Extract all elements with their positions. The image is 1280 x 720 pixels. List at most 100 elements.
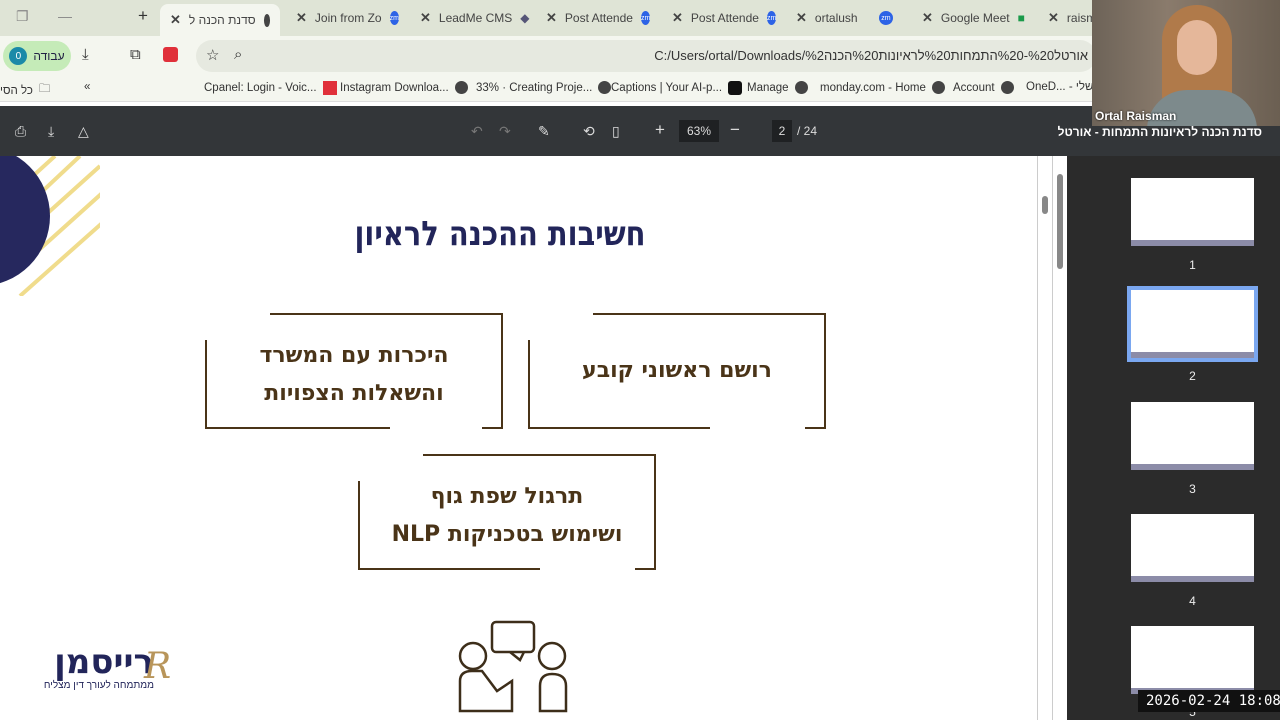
box-office-research: היכרות עם המשרד והשאלות הצפויות [206, 337, 502, 413]
drive-icon[interactable]: △ [78, 123, 89, 140]
tab[interactable]: ✕ Google Meet ■ [912, 4, 1036, 32]
logo-r-icon: R [144, 646, 172, 687]
bookmark-label: Account [953, 81, 995, 94]
bookmark[interactable]: monday.com - Home [820, 81, 945, 94]
tab-label: סדנת הכנה ל [188, 13, 256, 27]
bookmark[interactable]: Cpanel: Login - Voic... [204, 81, 337, 95]
pdf-page: חשיבות ההכנה לראיון היכרות עם המשרד והשאל… [0, 156, 1037, 720]
tab[interactable]: ✕ LeadMe CMS ◆ [410, 4, 530, 32]
close-icon[interactable]: ✕ [296, 10, 307, 26]
bookmark-label: Captions | Your AI-p... [611, 82, 723, 94]
document-title: סדנת הכנה לראיונות התמחות - אורטל [1057, 125, 1262, 139]
globe-icon [931, 81, 945, 94]
tab[interactable]: ✕raisma [1038, 4, 1098, 32]
cube-icon: ◆ [520, 11, 530, 25]
tab-label: Post Attende [690, 11, 759, 25]
print-icon[interactable]: ⎙ [15, 123, 26, 140]
download-icon[interactable]: ⤓ [48, 123, 54, 140]
thumbnail-3[interactable] [1131, 402, 1254, 470]
thumbnail-number: 2 [1189, 369, 1196, 383]
rotate-icon[interactable]: ⟲ [583, 123, 595, 140]
restore-icon[interactable]: ❐ [16, 8, 29, 25]
all-bookmarks-label: כל הסי [0, 84, 33, 97]
bookmark-label: 33% · Creating Proje... [476, 81, 593, 94]
download-icon[interactable]: ⤓ [82, 46, 89, 63]
folder-icon: 🗀 [38, 83, 51, 95]
tab-active[interactable]: ✕ סדנת הכנה ל [160, 4, 280, 36]
page-input[interactable]: 2 [772, 120, 792, 142]
page-scrollbar[interactable] [1037, 156, 1051, 720]
close-icon[interactable]: ✕ [922, 10, 933, 26]
meet-icon: ■ [1017, 11, 1025, 25]
bookmark[interactable]: Manage [747, 81, 808, 94]
close-icon[interactable]: ✕ [170, 12, 181, 28]
fit-page-icon[interactable]: ▯ [612, 123, 620, 140]
bookmark-label: Instagram Downloa... [340, 81, 449, 94]
profile-button[interactable]: 0 עבודה [3, 41, 71, 71]
box-body-language: תרגול שפת גוף ושימוש בטכניקות NLP [359, 478, 655, 554]
bookmark[interactable]: Account [953, 81, 1014, 94]
star-icon[interactable]: ☆ [206, 46, 219, 64]
bookmark-label: Manage [747, 81, 789, 94]
thumbnail-number: 1 [1189, 258, 1196, 272]
tab[interactable]: ✕ Join from Zo zm [286, 4, 406, 32]
thumbnail-2[interactable] [1127, 286, 1258, 362]
bookmark[interactable]: 33% · Creating Proje... [476, 81, 612, 94]
tab-label: ortalush [814, 11, 858, 25]
more-bookmarks-icon[interactable]: « [84, 81, 90, 93]
cpanel-icon [322, 81, 337, 95]
bookmark[interactable]: Captions | Your AI-p... [611, 81, 743, 95]
tab-label: Google Meet [940, 11, 1010, 25]
zoom-out-button[interactable]: − [730, 120, 740, 140]
zoom-icon: zm [640, 11, 651, 25]
bookmarks-bar: כל הסי 🗀 « Cpanel: Login - Voic... Instag… [0, 76, 1280, 102]
url-text: C:/Users/ortal/Downloads/אורטל%20-%20התמ… [654, 48, 1088, 63]
page-total: / 24 [797, 124, 818, 138]
thumbnail-number: 4 [1189, 594, 1196, 608]
extension-icon[interactable] [163, 47, 178, 62]
bookmark[interactable]: OneD... - שלי [1026, 81, 1093, 93]
pdf-toolbar: ⎙ ⤓ △ ↶ ↷ ✎ ⟲ ▯ + 63% − 2 / 24 סדנת הכנה… [0, 106, 1280, 156]
globe-icon [1000, 81, 1014, 94]
thumbnail-1[interactable] [1131, 178, 1254, 246]
undo-icon[interactable]: ↶ [471, 123, 483, 140]
thumbnail-number: 3 [1189, 482, 1196, 496]
tab[interactable]: ✕ Post Attende zm [662, 4, 782, 32]
zoom-icon: zm [878, 11, 893, 25]
box-frames [205, 313, 826, 713]
tab-strip: ❐ — + ✕ סדנת הכנה ל ✕ Join from Zo zm ✕ Lead… [0, 0, 1280, 36]
box-first-impression: רושם ראשוני קובע [582, 358, 772, 383]
address-row: 0 עבודה ⤓ ⧉ ☆ ⌕ C:/Users/ortal/Downloads/… [0, 36, 1280, 76]
video-overlay [1092, 0, 1280, 126]
close-icon[interactable]: ✕ [672, 10, 683, 26]
minimize-icon[interactable]: — [58, 8, 72, 24]
close-icon[interactable]: ✕ [796, 10, 807, 26]
close-icon[interactable]: ✕ [546, 10, 557, 26]
globe-icon [454, 81, 468, 94]
annotate-icon[interactable]: ✎ [538, 123, 550, 140]
all-bookmarks[interactable]: כל הסי 🗀 [0, 81, 50, 100]
zoom-level[interactable]: 63% [679, 120, 719, 142]
redo-icon[interactable]: ↷ [499, 123, 511, 140]
zoom-lens-icon[interactable]: ⌕ [234, 46, 242, 63]
close-icon[interactable]: ✕ [1048, 10, 1059, 26]
tab[interactable]: ✕ ortalush zm [786, 4, 910, 32]
bookmark[interactable]: Instagram Downloa... [340, 81, 468, 94]
tab-label: Join from Zo [314, 11, 382, 25]
profile-label: עבודה [33, 49, 65, 63]
zoom-icon: zm [766, 11, 777, 25]
document-scrollbar[interactable] [1052, 156, 1066, 720]
extensions-icon[interactable]: ⧉ [130, 46, 141, 63]
new-tab-button[interactable]: + [138, 6, 148, 26]
thumbnail-4[interactable] [1131, 514, 1254, 582]
tab[interactable]: ✕ Post Attende zm [536, 4, 656, 32]
thumbnail-5[interactable] [1131, 626, 1254, 694]
address-bar[interactable]: ☆ ⌕ C:/Users/ortal/Downloads/אורטל%20-%2… [196, 40, 1096, 72]
tab-label: Post Attende [564, 11, 633, 25]
bookmark-label: OneD... - שלי [1026, 81, 1094, 93]
zoom-in-button[interactable]: + [655, 120, 665, 140]
close-icon[interactable]: ✕ [420, 10, 431, 26]
logo: רייסמן R ממתמחה לעורך דין מצליח [24, 644, 184, 691]
timestamp: 2026-02-24 18:08: [1138, 690, 1280, 712]
box-text: והשאלות הצפויות [264, 381, 444, 406]
